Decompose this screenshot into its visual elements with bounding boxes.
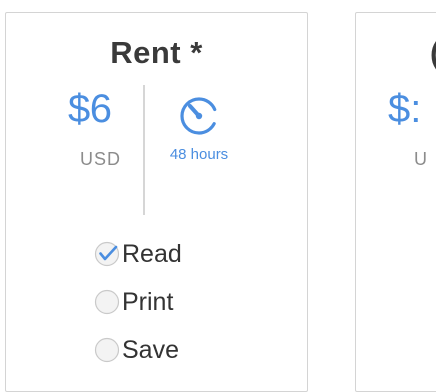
rent-currency: USD bbox=[80, 149, 122, 169]
option-read-label: Read bbox=[122, 239, 182, 268]
option-print[interactable]: Print bbox=[94, 285, 173, 319]
rent-plan-card: Rent * $6 USD 48 hours Read Print Save bbox=[5, 12, 308, 392]
second-card-title: ( bbox=[430, 35, 436, 71]
rent-card-title: Rent * bbox=[110, 35, 203, 70]
rent-duration: 48 hours bbox=[169, 146, 229, 163]
timer-icon bbox=[180, 97, 218, 135]
second-card-price: $: bbox=[388, 87, 422, 131]
second-card-currency: U bbox=[414, 149, 428, 169]
checked-radio-icon[interactable] bbox=[94, 241, 120, 267]
option-save[interactable]: Save bbox=[94, 333, 179, 367]
radio-icon[interactable] bbox=[94, 289, 120, 315]
radio-icon[interactable] bbox=[94, 337, 120, 363]
second-plan-card: ( $: U bbox=[355, 12, 436, 392]
rent-price: $6 bbox=[68, 87, 112, 131]
option-print-label: Print bbox=[122, 287, 174, 316]
option-save-label: Save bbox=[122, 335, 179, 364]
option-read[interactable]: Read bbox=[94, 237, 182, 271]
